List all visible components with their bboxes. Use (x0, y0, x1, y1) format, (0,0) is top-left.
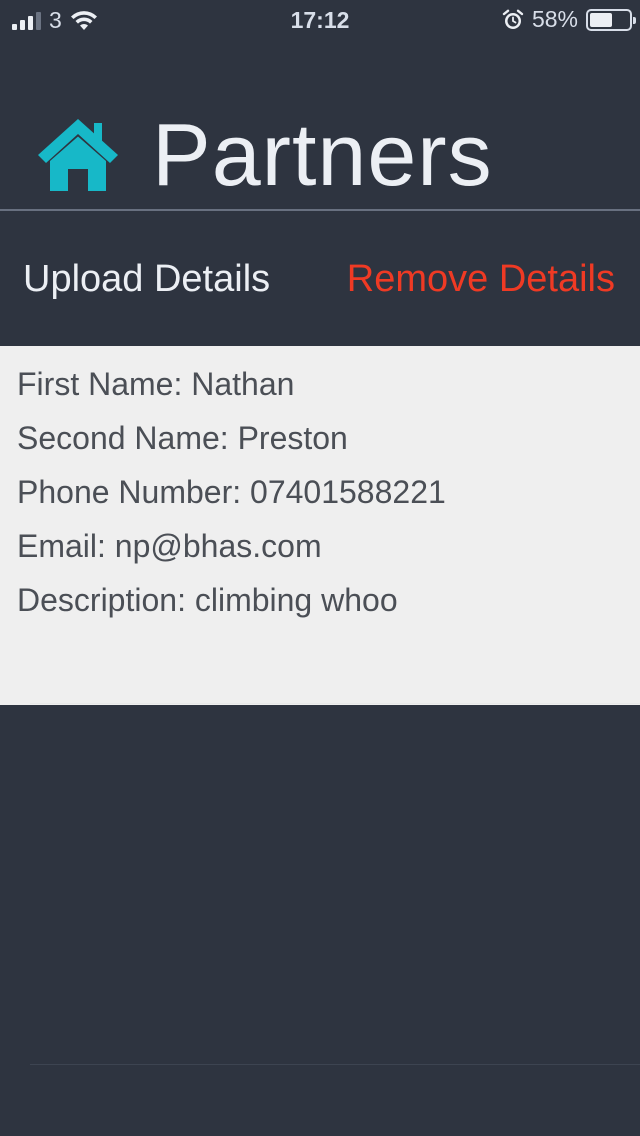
remove-details-button[interactable]: Remove Details (347, 258, 615, 301)
upload-details-button[interactable]: Upload Details (23, 258, 270, 301)
partners-screen: 3 17:12 58% Partners Upload Details Remo… (0, 0, 640, 1136)
battery-percent: 58% (531, 6, 578, 32)
action-bar: Upload Details Remove Details (0, 258, 640, 308)
bottom-divider (30, 1064, 640, 1065)
header-divider (0, 209, 640, 211)
page-title: Partners (152, 105, 493, 204)
description-row: Description: climbing whoo (17, 582, 398, 618)
partner-details-card: First Name: Nathan Second Name: Preston … (0, 346, 640, 705)
first-name-row: First Name: Nathan (17, 366, 295, 402)
battery-icon (586, 8, 636, 31)
card-divider (30, 703, 640, 704)
battery-fill (590, 12, 612, 27)
status-right: 58% (502, 6, 636, 33)
home-icon[interactable] (36, 117, 120, 193)
alarm-icon (502, 9, 524, 29)
phone-number-row: Phone Number: 07401588221 (17, 474, 446, 510)
second-name-row: Second Name: Preston (17, 420, 348, 456)
page-header: Partners (36, 100, 493, 210)
status-bar: 3 17:12 58% (0, 0, 640, 40)
email-row: Email: np@bhas.com (17, 528, 322, 564)
battery-nub (633, 16, 636, 24)
